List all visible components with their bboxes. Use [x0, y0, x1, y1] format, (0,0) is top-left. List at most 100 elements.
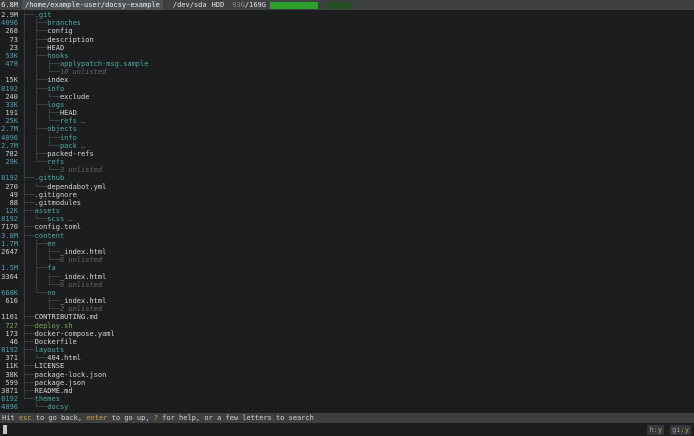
tree-row[interactable]: 46├──Dockerfile: [0, 338, 694, 346]
tree-row[interactable]: 7170├──config.toml: [0, 223, 694, 231]
tree-row[interactable]: 38K├──package-lock.json: [0, 371, 694, 379]
entry-size: 15K: [0, 76, 18, 84]
tree-branch-lines: │ ├──: [22, 125, 47, 133]
tree-branch-lines: │ ├──: [22, 27, 47, 35]
truncation-ellipsis: …: [77, 142, 85, 150]
tree-row[interactable]: 599├──package.json: [0, 379, 694, 387]
entry-size: 1.7M: [0, 240, 18, 248]
tree-row[interactable]: 270│ └──dependabot.yml: [0, 183, 694, 191]
tree-branch-lines: ├──: [22, 232, 35, 240]
entry-size: 29K: [0, 158, 18, 166]
entry-name: scss: [47, 215, 64, 223]
entry-name: .git: [35, 11, 52, 19]
tree-row[interactable]: │ │ └──6 unlisted: [0, 256, 694, 264]
root-path[interactable]: /home/example-user/docsy-example: [22, 0, 163, 10]
tree-row[interactable]: 29K│ └──refs: [0, 158, 694, 166]
tree-row[interactable]: │ └──3 unlisted: [0, 166, 694, 174]
tree-row[interactable]: 8192├──layouts: [0, 346, 694, 354]
tree-row[interactable]: │ │ └──6 unlisted: [0, 281, 694, 289]
entry-size: [0, 281, 18, 289]
entry-name: layouts: [35, 346, 65, 354]
tree-row[interactable]: 1.5M│ ├──fa: [0, 264, 694, 272]
entry-size: 268: [0, 27, 18, 35]
tree-row[interactable]: 782│ ├──packed-refs: [0, 150, 694, 158]
entry-name: objects: [47, 125, 77, 133]
tree-row[interactable]: 8192├──.github: [0, 174, 694, 182]
tree-row[interactable]: 53K│ ├──hooks: [0, 52, 694, 60]
entry-name: hooks: [47, 52, 68, 60]
tree-branch-lines: │ │ ├──: [22, 248, 60, 256]
tree-branch-lines: └──: [22, 403, 47, 411]
tree-row[interactable]: 8192│ └──scss …: [0, 215, 694, 223]
tree-branch-lines: ├──: [22, 362, 35, 370]
tree-row[interactable]: 371│ └──404.html: [0, 354, 694, 362]
tree-row[interactable]: 191│ │ ├──HEAD: [0, 109, 694, 117]
tree-row[interactable]: 727├──deploy.sh: [0, 322, 694, 330]
tree-row[interactable]: 88├──.gitmodules: [0, 199, 694, 207]
entry-name: 6 unlisted: [60, 256, 102, 264]
entry-name: docker-compose.yaml: [35, 330, 115, 338]
entry-size: 1101: [0, 313, 18, 321]
tree-row[interactable]: 173 ├──docker-compose.yaml: [0, 330, 694, 338]
tree-row[interactable]: 11K├──LICENSE: [0, 362, 694, 370]
tree-row[interactable]: 4096 └──docsy: [0, 403, 694, 411]
tree-row[interactable]: │ │ └──10 unlisted: [0, 68, 694, 76]
text-cursor: [3, 425, 7, 434]
tree-row[interactable]: 12K├──assets: [0, 207, 694, 215]
tree-row[interactable]: 1101├──CONTRIBUTING.md: [0, 313, 694, 321]
tree-row[interactable]: 3871├──README.md: [0, 387, 694, 395]
tree-row[interactable]: 4096│ │ ├──info: [0, 134, 694, 142]
entry-name: config: [47, 27, 72, 35]
search-input-line[interactable]: h:ygi:y: [0, 423, 694, 436]
entry-size: [0, 256, 18, 264]
tree-row[interactable]: 3364│ │ ├──_index.html: [0, 273, 694, 281]
tree-row[interactable]: 2.7M│ ├──objects: [0, 125, 694, 133]
tree-row[interactable]: 25K│ │ └──refs …: [0, 117, 694, 125]
entry-name: applypatch-msg.sample: [60, 60, 149, 68]
entry-name: 2 unlisted: [60, 305, 102, 313]
entry-size: 8192: [0, 346, 18, 354]
disk-usage-bar-fill: [270, 2, 318, 9]
tree-row[interactable]: 616│ ├──_index.html: [0, 297, 694, 305]
entry-size: 8192: [0, 215, 18, 223]
entry-size: 173: [0, 330, 18, 338]
tree-row[interactable]: 668K│ └──no: [0, 289, 694, 297]
entry-size: 3364: [0, 273, 18, 281]
tree-row[interactable]: 33K│ ├──logs: [0, 101, 694, 109]
flag-value: y: [658, 426, 662, 434]
tree-row[interactable]: 8192│ ├──info: [0, 85, 694, 93]
tree-row[interactable]: 2.7M│ │ └──pack …: [0, 142, 694, 150]
mode-flags: h:ygi:y: [647, 425, 691, 435]
tree-row[interactable]: 268 │ ├──config: [0, 27, 694, 35]
entry-name: 10 unlisted: [60, 68, 106, 76]
entry-size: [0, 166, 18, 174]
entry-size: 46: [0, 338, 18, 346]
entry-name: en: [47, 240, 55, 248]
tree-row[interactable]: │ └──2 unlisted: [0, 305, 694, 313]
tree-row[interactable]: 3.8M├──content: [0, 232, 694, 240]
tree-branch-lines: │ │ ├──: [22, 109, 60, 117]
tree-row[interactable]: 478│ │ ├──applypatch-msg.sample: [0, 60, 694, 68]
tree-row[interactable]: 23│ ├──HEAD: [0, 44, 694, 52]
tree-branch-lines: │ ├──: [22, 264, 47, 272]
entry-size: 8192: [0, 85, 18, 93]
entry-size: 2.9M: [0, 11, 18, 19]
tree-branch-lines: │ ├──: [22, 52, 47, 60]
entry-size: 23: [0, 44, 18, 52]
tree-row[interactable]: 8192└──themes: [0, 395, 694, 403]
tree-row[interactable]: 49├──.gitignore: [0, 191, 694, 199]
tree-row[interactable]: 2.9M├──.git: [0, 11, 694, 19]
tree-row[interactable]: 240│ │ └──exclude: [0, 93, 694, 101]
tree-row[interactable]: 1.7M│ ├──en: [0, 240, 694, 248]
tree-branch-lines: ├──: [22, 330, 35, 338]
tree-row[interactable]: 4096│ ├──branches: [0, 19, 694, 27]
root-row: 6.8M /home/example-user/docsy-example /d…: [0, 0, 694, 10]
tree-branch-lines: │ ├──: [22, 44, 47, 52]
tree-row[interactable]: 73│ ├──description: [0, 36, 694, 44]
entry-name: .github: [35, 174, 65, 182]
tree-row[interactable]: 2647│ │ ├──_index.html: [0, 248, 694, 256]
entry-name: config.toml: [35, 223, 81, 231]
entry-name: package.json: [35, 379, 86, 387]
flag-gi: gi:y: [670, 425, 691, 435]
tree-row[interactable]: 15K│ ├──index: [0, 76, 694, 84]
